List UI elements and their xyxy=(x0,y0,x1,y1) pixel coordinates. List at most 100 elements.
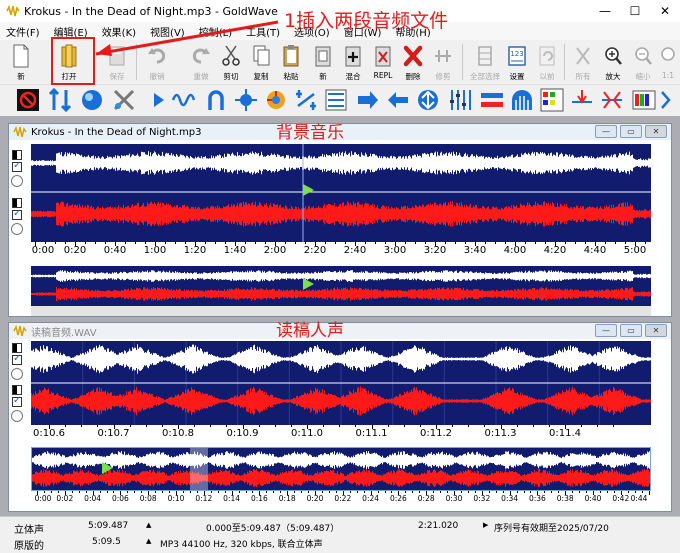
maximize-button[interactable]: ☐ xyxy=(620,0,650,22)
time-ruler[interactable]: 0:10.6 0:10.7 0:10.8 0:10.9 0:11.0 0:11.1 0:11… xyxy=(31,425,651,445)
ruler-minor-tick xyxy=(43,491,45,493)
channel-solo-checkbox[interactable] xyxy=(12,150,22,160)
pitch-icon[interactable] xyxy=(540,88,564,112)
trim-icon xyxy=(435,50,451,62)
new-button[interactable]: 新 xyxy=(6,42,36,82)
silence-reduction-icon[interactable] xyxy=(600,88,624,112)
ruler-minor-tick xyxy=(502,491,504,493)
ruler-minor-tick xyxy=(65,242,66,244)
ruler-minor-tick xyxy=(129,425,131,427)
offset-icon[interactable] xyxy=(294,88,318,112)
menu-file[interactable]: 文件(F) xyxy=(6,24,40,39)
ruler-minor-tick xyxy=(355,425,357,427)
undo-button[interactable]: 撤销 xyxy=(142,42,172,82)
channel-enable-checkbox[interactable] xyxy=(12,160,22,172)
ruler-minor-tick xyxy=(452,425,454,427)
ruler-major-tick xyxy=(242,425,244,429)
ruler-tick-label: 4:40 xyxy=(583,245,607,256)
mix-icon xyxy=(345,46,361,67)
channel-select-radio[interactable] xyxy=(11,223,23,235)
waveform-display[interactable] xyxy=(31,341,651,425)
previous-button[interactable]: 以前 xyxy=(532,42,562,82)
ruler-minor-tick xyxy=(523,491,525,493)
compressor-icon[interactable] xyxy=(234,88,258,112)
channel-enable-checkbox[interactable] xyxy=(12,395,22,407)
equalizer-icon[interactable] xyxy=(448,88,472,112)
channel-solo-checkbox[interactable] xyxy=(12,198,22,208)
menu-edit[interactable]: 编辑(E) xyxy=(54,24,88,39)
right-channel-waveform xyxy=(31,201,651,227)
noise-reduction-icon[interactable] xyxy=(510,88,534,112)
menu-control[interactable]: 控制(L) xyxy=(199,24,232,39)
ruler-major-tick xyxy=(275,242,276,246)
ruler-minor-tick xyxy=(295,242,296,244)
close-button[interactable]: ✕ xyxy=(650,0,680,22)
ruler-minor-tick xyxy=(572,491,574,493)
ruler-minor-tick xyxy=(308,491,310,493)
echo-icon[interactable] xyxy=(80,88,104,112)
channel-enable-checkbox[interactable] xyxy=(12,353,22,365)
trim-button[interactable]: 修剪 xyxy=(428,42,458,82)
channel-select-radio[interactable] xyxy=(11,175,23,187)
doc-close-button[interactable]: ✕ xyxy=(645,125,667,138)
reverse-icon[interactable] xyxy=(386,88,410,112)
channel-solo-checkbox[interactable] xyxy=(12,385,22,395)
menu-view[interactable]: 视图(V) xyxy=(150,24,185,39)
ruler-minor-tick xyxy=(516,425,518,427)
ruler-major-tick xyxy=(176,491,177,495)
ruler-major-tick xyxy=(35,242,36,246)
dropdown-arrow-icon[interactable]: ▲ xyxy=(146,521,151,529)
time-ruler[interactable]: 0:00 0:20 0:40 1:00 1:20 1:40 2:00 2:20 2:40 3:00… xyxy=(31,242,651,264)
ruler-minor-tick xyxy=(265,242,266,244)
stop-effect-icon[interactable] xyxy=(16,88,40,112)
save-button[interactable]: 保存 xyxy=(102,42,132,82)
channel-solo-checkbox[interactable] xyxy=(12,343,22,353)
spectrum-filter-icon[interactable] xyxy=(480,88,504,112)
doc-close-button[interactable]: ✕ xyxy=(645,324,667,337)
channel-select-radio[interactable] xyxy=(11,368,23,380)
ruler-minor-tick xyxy=(634,491,636,493)
volume-shape-icon[interactable] xyxy=(632,88,656,112)
overview-display[interactable] xyxy=(31,264,651,306)
ruler-major-tick xyxy=(620,491,622,495)
zoom-1-1-button[interactable]: 1:1 xyxy=(656,42,680,82)
ruler-minor-tick xyxy=(134,491,136,493)
ruler-minor-tick xyxy=(467,491,469,493)
dropdown-arrow-icon[interactable]: ▲ xyxy=(146,537,151,545)
ruler-tick-label: 4:20 xyxy=(543,245,567,256)
horizontal-scrollbar[interactable] xyxy=(31,306,651,316)
pan-icon[interactable] xyxy=(324,88,348,112)
mechanize-icon[interactable] xyxy=(264,88,288,112)
doc-minimize-button[interactable]: — xyxy=(595,125,617,138)
open-button[interactable]: 打开 xyxy=(54,42,84,82)
waveform-display[interactable] xyxy=(31,144,651,242)
ruler-tick-label: 2:00 xyxy=(263,245,287,256)
zoom-all-icon xyxy=(576,47,590,65)
ruler-minor-tick xyxy=(495,491,497,493)
flanger-icon[interactable] xyxy=(172,88,196,112)
invert-icon[interactable] xyxy=(204,88,228,112)
doc-minimize-button[interactable]: — xyxy=(595,324,617,337)
filter-icon[interactable] xyxy=(112,88,136,112)
menu-tools[interactable]: 工具(T) xyxy=(246,24,280,39)
doc-maximize-button[interactable]: ▭ xyxy=(620,125,642,138)
playback-rate-icon[interactable] xyxy=(356,88,380,112)
doppler-icon[interactable] xyxy=(48,88,72,112)
channel-enable-checkbox[interactable] xyxy=(12,208,22,220)
doc-maximize-button[interactable]: ▭ xyxy=(620,324,642,337)
ruler-major-tick xyxy=(371,425,373,429)
pop-click-icon[interactable] xyxy=(570,88,594,112)
more-effects-icon[interactable] xyxy=(660,88,678,112)
ruler-minor-tick xyxy=(238,491,240,493)
ruler-tick-label: 0:10.9 xyxy=(226,428,259,439)
ruler-minor-tick xyxy=(403,425,405,427)
menu-effects[interactable]: 效果(K) xyxy=(102,24,136,39)
channel-select-radio[interactable] xyxy=(11,410,23,422)
overview-display[interactable] xyxy=(31,447,651,491)
reverb-icon[interactable] xyxy=(416,88,440,112)
ruler-tick-label: 0:11.4 xyxy=(549,428,581,439)
ruler-minor-tick xyxy=(294,491,296,493)
ruler-major-tick xyxy=(231,491,233,495)
flip-icon[interactable] xyxy=(144,88,168,112)
minimize-button[interactable]: — xyxy=(590,0,620,22)
